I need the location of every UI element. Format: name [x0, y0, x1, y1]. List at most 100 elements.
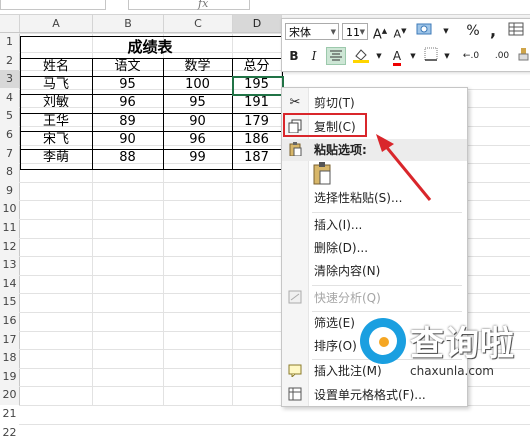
currency-icon	[416, 23, 432, 35]
menu-item-label: 快速分析(Q)	[314, 291, 381, 305]
table-icon	[508, 22, 524, 36]
table-row-border	[20, 112, 282, 114]
name-box[interactable]	[0, 0, 106, 10]
row-header[interactable]: 10	[0, 200, 19, 218]
chevron-down-icon: ▼	[359, 28, 365, 36]
format-painter-button[interactable]	[507, 22, 525, 40]
italic-button[interactable]: I	[306, 47, 322, 65]
arrow-down-icon: ▼	[401, 27, 407, 35]
comment-icon	[287, 363, 303, 379]
row-header[interactable]: 22	[0, 424, 19, 442]
row-header[interactable]: 9	[0, 182, 19, 200]
column-header-c[interactable]: C	[164, 15, 233, 32]
menu-separator	[312, 212, 462, 213]
menu-item-format-cells[interactable]: 设置单元格格式(F)...	[282, 384, 467, 406]
accounting-format-button[interactable]	[414, 22, 436, 40]
border-icon	[424, 47, 438, 61]
menu-item-label: 粘贴选项:	[314, 143, 367, 157]
increase-decimal-button[interactable]: ←.0	[456, 47, 486, 65]
grid-line	[19, 423, 530, 425]
menu-item-clear-contents[interactable]: 清除内容(N)	[282, 260, 467, 282]
row-header[interactable]: 6	[0, 126, 19, 144]
menu-item-paste-special[interactable]: 选择性粘贴(S)...	[282, 187, 467, 209]
align-center-icon	[330, 50, 342, 61]
chevron-down-icon[interactable]: ▼	[408, 47, 418, 65]
table-row-border	[20, 149, 282, 150]
chevron-down-icon: ▼	[330, 28, 336, 36]
font-name-value: 宋体	[289, 26, 311, 39]
menu-item-quick-analysis: 快速分析(Q)	[282, 287, 467, 309]
column-header-b[interactable]: B	[93, 15, 164, 32]
menu-item-delete[interactable]: 删除(D)...	[282, 237, 467, 259]
row-header[interactable]: 17	[0, 331, 19, 349]
font-color-button[interactable]: A	[388, 47, 406, 66]
menu-item-label: 插入(I)...	[314, 218, 363, 232]
arrow-up-icon: ▲	[381, 27, 388, 35]
menu-item-label: 选择性粘贴(S)...	[314, 191, 403, 205]
menu-item-paste-options: 粘贴选项:	[282, 139, 467, 161]
row-header[interactable]: 4	[0, 89, 19, 107]
row-header[interactable]: 20	[0, 386, 19, 404]
table-col-border	[232, 58, 233, 170]
comma-style-button[interactable]: ,	[485, 22, 501, 40]
watermark-logo	[360, 318, 406, 364]
row-header[interactable]: 5	[0, 107, 19, 125]
paste-clipboard-button[interactable]	[312, 162, 336, 186]
column-header-d[interactable]: D	[233, 15, 282, 32]
formula-bar: fx	[0, 0, 530, 15]
column-header-a[interactable]: A	[20, 15, 93, 32]
fx-label: fx	[198, 0, 209, 10]
row-header[interactable]: 7	[0, 145, 19, 163]
borders-button[interactable]	[422, 47, 440, 65]
format-painter-icon	[518, 48, 529, 61]
row-header[interactable]: 13	[0, 256, 19, 274]
decrease-decimal-button[interactable]: .00	[488, 47, 516, 65]
menu-item-label: 插入批注(M)	[314, 364, 382, 378]
row-header[interactable]: 19	[0, 368, 19, 386]
grow-font-button[interactable]: A▲	[372, 22, 388, 43]
row-header[interactable]: 16	[0, 312, 19, 330]
menu-separator	[312, 285, 462, 286]
row-header[interactable]: 1	[0, 33, 19, 51]
row-header[interactable]: 21	[0, 405, 19, 423]
row-header[interactable]: 12	[0, 238, 19, 256]
table-row-border	[20, 130, 282, 132]
grow-font-label: A	[372, 27, 382, 43]
shrink-font-button[interactable]: A▼	[392, 22, 408, 41]
font-color-label: A	[392, 50, 402, 66]
percent-button[interactable]: %	[465, 22, 481, 40]
row-header[interactable]: 15	[0, 293, 19, 311]
table-col-border	[163, 58, 164, 170]
font-size-dropdown[interactable]: 11 ▼	[342, 23, 368, 40]
chevron-down-icon[interactable]: ▼	[374, 47, 384, 65]
fill-color-button[interactable]	[350, 47, 372, 65]
row-header[interactable]: 14	[0, 275, 19, 293]
menu-item-insert[interactable]: 插入(I)...	[282, 214, 467, 236]
menu-item-label: 筛选(E)	[314, 316, 355, 330]
scissors-icon: ✂	[289, 95, 301, 110]
copy-highlight-box	[283, 113, 367, 137]
chevron-down-icon[interactable]: ▼	[440, 22, 452, 40]
watermark-brand: 查询啦	[410, 324, 515, 364]
row-headers: 1 2 3 4 5 6 7 8 9 10 11 12 13 14 15 16 17 18 19 20 21 22	[0, 33, 20, 439]
paste-icon	[287, 142, 303, 158]
row-header[interactable]: 3	[0, 70, 19, 89]
bold-button[interactable]: B	[286, 47, 302, 65]
formula-input[interactable]	[128, 0, 250, 10]
row-header[interactable]: 2	[0, 52, 19, 70]
menu-item-label: 剪切(T)	[314, 96, 355, 110]
paint-bucket-icon	[353, 49, 369, 63]
watermark-url: chaxunla.com	[410, 364, 494, 378]
chevron-down-icon[interactable]: ▼	[442, 47, 452, 65]
shrink-font-label: A	[393, 27, 402, 41]
active-cell-outline	[232, 76, 284, 96]
font-size-value: 11	[346, 26, 360, 39]
brush-button[interactable]	[516, 47, 530, 65]
row-header[interactable]: 18	[0, 349, 19, 367]
row-header[interactable]: 11	[0, 219, 19, 237]
font-name-dropdown[interactable]: 宋体 ▼	[285, 23, 339, 40]
row-header[interactable]: 8	[0, 163, 19, 181]
select-all-corner[interactable]	[0, 15, 20, 32]
menu-item-cut[interactable]: ✂ 剪切(T)	[282, 92, 467, 114]
center-align-button[interactable]	[326, 47, 346, 65]
